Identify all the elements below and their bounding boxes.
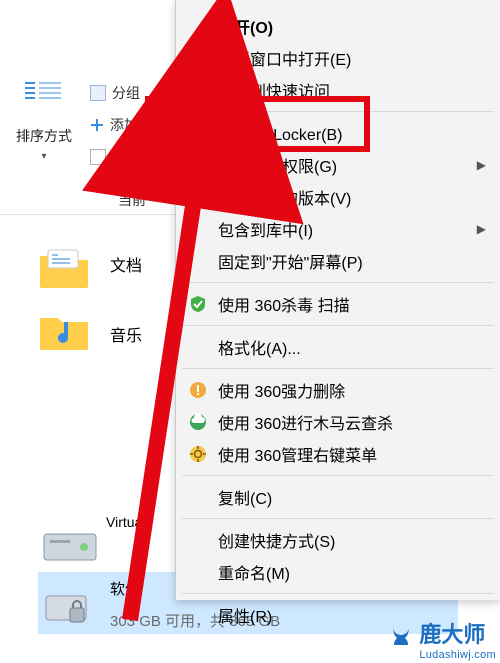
sort-label: 排序方式 — [14, 126, 74, 146]
ribbon-group-by[interactable]: 分组 — [90, 80, 140, 106]
sort-button[interactable]: 排序方式 ▾ — [14, 80, 74, 163]
menu-open-new-window[interactable]: 在新窗口中打开(E) — [176, 42, 500, 74]
ribbon-autosize[interactable]: 将所 — [90, 144, 140, 170]
menu-separator — [182, 368, 494, 369]
software-label: 软件 — [110, 578, 140, 599]
virtual-label: Virtua — [106, 514, 142, 530]
ribbon-divider — [0, 214, 175, 215]
menu-separator — [182, 593, 494, 594]
documents-label: 文档 — [110, 252, 142, 276]
chevron-down-icon: ▾ — [41, 151, 46, 162]
plus-icon — [90, 118, 104, 132]
menu-360-force-delete[interactable]: 使用 360强力删除 — [176, 374, 500, 406]
music-folder-icon — [38, 308, 90, 356]
deer-icon — [387, 625, 415, 653]
menu-pin-quick-access[interactable]: 固定到快速访问 — [176, 74, 500, 106]
menu-open[interactable]: 打开(O) — [176, 10, 500, 42]
watermark: 鹿大师 Ludashiwj.com — [387, 617, 496, 661]
menu-create-shortcut[interactable]: 创建快捷方式(S) — [176, 524, 500, 556]
autosize-icon — [90, 149, 106, 165]
menu-include-library[interactable]: 包含到库中(I)▶ — [176, 213, 500, 245]
folder-documents[interactable] — [38, 246, 90, 294]
menu-format[interactable]: 格式化(A)... — [176, 331, 500, 363]
menu-give-access[interactable]: 授予访问权限(G)▶ — [176, 149, 500, 181]
menu-restore-previous[interactable]: 还原以前的版本(V) — [176, 181, 500, 213]
menu-separator — [182, 111, 494, 112]
menu-rename[interactable]: 重命名(M) — [176, 556, 500, 588]
ribbon-group-label: 当前 — [118, 190, 146, 210]
grid-icon — [90, 85, 106, 101]
cloud-scan-icon — [188, 412, 208, 432]
menu-separator — [182, 475, 494, 476]
music-label: 音乐 — [110, 322, 142, 346]
sort-icon — [14, 80, 74, 124]
menu-manage-bitlocker[interactable]: 管理 BitLocker(B) — [176, 117, 500, 149]
menu-pin-start[interactable]: 固定到"开始"屏幕(P) — [176, 245, 500, 277]
ribbon-add-columns[interactable]: 添加 — [90, 112, 138, 138]
drive-software[interactable] — [42, 580, 90, 632]
menu-360-cloud-scan[interactable]: 使用 360进行木马云查杀 — [176, 406, 500, 438]
menu-separator — [182, 518, 494, 519]
submenu-arrow-icon: ▶ — [477, 158, 486, 172]
menu-copy[interactable]: 复制(C) — [176, 481, 500, 513]
drive-virtual[interactable] — [42, 526, 98, 570]
drive-locked-icon — [42, 580, 90, 632]
hdd-icon — [42, 526, 98, 570]
delete-icon — [188, 380, 208, 400]
watermark-cn: 鹿大师 — [419, 617, 496, 649]
menu-separator — [182, 325, 494, 326]
menu-separator — [182, 282, 494, 283]
submenu-arrow-icon: ▶ — [477, 222, 486, 236]
folder-icon — [38, 246, 90, 294]
menu-360-manage-context[interactable]: 使用 360管理右键菜单 — [176, 438, 500, 470]
watermark-en: Ludashiwj.com — [419, 649, 496, 661]
gear-icon — [188, 444, 208, 464]
context-menu: 打开(O) 在新窗口中打开(E) 固定到快速访问 管理 BitLocker(B)… — [175, 0, 500, 600]
menu-360-scan[interactable]: 使用 360杀毒 扫描 — [176, 288, 500, 320]
shield-icon — [188, 294, 208, 314]
